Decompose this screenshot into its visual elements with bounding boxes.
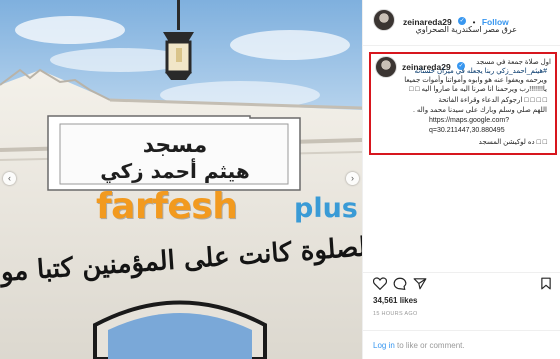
caption-line: يا!!!!!!!رب ويرحمنا انا صرنا اليه ما صار…	[409, 86, 547, 93]
caption-line: ويرحمه ويعفوا عنه هو وابوه وأمواتنا وأمو…	[404, 77, 547, 84]
login-link[interactable]: Log in	[373, 341, 395, 350]
bookmark-icon[interactable]	[539, 277, 553, 290]
location-link[interactable]: عرق مصر اسكندرية الصحراوي	[415, 25, 517, 34]
heart-icon[interactable]	[373, 277, 387, 290]
chevron-left-icon[interactable]: ‹	[3, 172, 16, 185]
caption-line: اول صلاة جمعة في مسجد	[476, 59, 551, 66]
caption-line: □ □ □ □ ارجوكم الدعاء وقراءة الفاتحة	[438, 97, 547, 104]
post-side-panel: zeinareda29 ✓ • Follow عرق مصر اسكندرية …	[362, 0, 560, 359]
login-prompt: Log in to like or comment.	[373, 341, 465, 350]
share-icon[interactable]	[413, 277, 427, 290]
caption-highlight-box: zeinareda29 ✓ اول صلاة جمعة في مسجد #هيث…	[369, 52, 557, 155]
caption-avatar[interactable]	[375, 56, 397, 78]
comment-icon[interactable]	[393, 277, 407, 290]
chevron-right-icon[interactable]: ›	[346, 172, 359, 185]
post-photo[interactable]: مسجد هيثم أحمد زكي إن الصلوة كانت على ال…	[0, 0, 362, 359]
avatar[interactable]	[373, 9, 395, 31]
mosque-photo-image: مسجد هيثم أحمد زكي إن الصلوة كانت على ال…	[0, 0, 362, 359]
caption-map-coords[interactable]: q=30.211447,30.880495	[429, 126, 505, 135]
caption-line: □ □ ده لوكيشن المسجد	[478, 139, 547, 146]
post-timestamp[interactable]: 15 HOURS AGO	[373, 311, 418, 317]
caption-hashtag-line[interactable]: #هيثم_احمد_زكي ربنا يجعله في ميزان حسنات…	[414, 67, 547, 76]
login-bar: Log in to like or comment.	[363, 330, 560, 359]
verified-icon: ✓	[458, 16, 467, 25]
caption-line: اللهم صلي وسلم وبارك على سيدنا محمد واله…	[413, 107, 547, 114]
login-rest-text: to like or comment.	[394, 341, 465, 350]
caption-map-link[interactable]: https://maps.google.com?	[429, 116, 509, 125]
likes-count[interactable]: 34,561 likes	[373, 296, 417, 305]
sign-line2: هيثم أحمد زكي	[100, 157, 249, 184]
post-header: zeinareda29 ✓ • Follow عرق مصر اسكندرية …	[363, 0, 560, 46]
sign-line1: مسجد	[143, 133, 208, 158]
action-bar	[363, 272, 560, 292]
